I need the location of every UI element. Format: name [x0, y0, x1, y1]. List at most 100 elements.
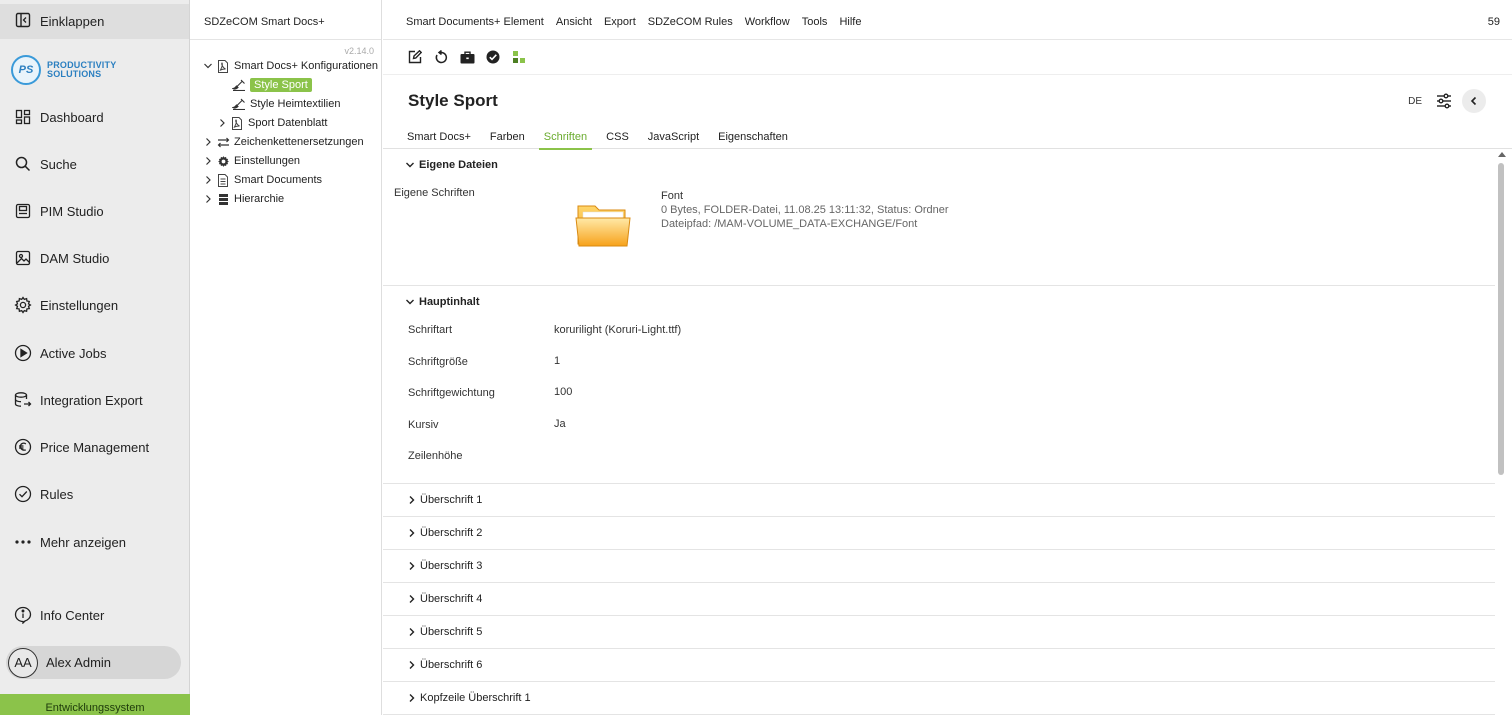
- collapse-panel-button[interactable]: [1462, 89, 1486, 113]
- section-eigene-dateien[interactable]: Eigene Dateien: [404, 159, 498, 171]
- tree-node-label: Smart Documents: [234, 174, 323, 186]
- edit-button[interactable]: [406, 48, 424, 66]
- kursiv-label: Kursiv: [408, 419, 439, 431]
- workflow-button[interactable]: [510, 48, 528, 66]
- pdf-document-icon: [216, 59, 230, 73]
- section-title: Überschrift 5: [420, 626, 483, 638]
- nav-item-label: Einstellungen: [40, 297, 119, 313]
- chevron-down-icon: [404, 160, 416, 170]
- nav-item-mehr-anzeigen[interactable]: Mehr anzeigen: [0, 524, 189, 560]
- section-title: Überschrift 2: [420, 527, 483, 539]
- schriftart-value[interactable]: korurilight (Koruri-Light.ttf): [554, 324, 681, 336]
- section-ueberschrift-6[interactable]: Überschrift 6: [383, 649, 1495, 682]
- briefcase-button[interactable]: [458, 48, 476, 66]
- euro-icon: [14, 438, 32, 456]
- nav-item-integration-export[interactable]: Integration Export: [0, 382, 189, 418]
- nav-item-pim-studio[interactable]: PIM Studio: [0, 193, 189, 229]
- tab-smart-docs[interactable]: Smart Docs+: [407, 124, 476, 149]
- more-icon: [14, 533, 32, 551]
- tree-node-label: Einstellungen: [234, 155, 301, 167]
- image-icon: [14, 249, 32, 267]
- scroll-up-arrow-icon[interactable]: [1498, 152, 1506, 157]
- user-menu[interactable]: AA Alex Admin: [6, 646, 181, 679]
- section-title: Überschrift 1: [420, 494, 483, 506]
- tab-eigenschaften[interactable]: Eigenschaften: [713, 124, 793, 149]
- section-title: Überschrift 3: [420, 560, 483, 572]
- tab-css[interactable]: CSS: [601, 124, 634, 149]
- chevron-right-icon: [407, 594, 417, 604]
- collapse-label: Einklappen: [40, 14, 105, 29]
- nav-item-active-jobs[interactable]: Active Jobs: [0, 335, 189, 371]
- chevron-right-icon[interactable]: [216, 118, 228, 128]
- menu-sdzecom-rules[interactable]: SDZeCOM Rules: [648, 16, 733, 28]
- nav-item-price-management[interactable]: Price Management: [0, 429, 189, 465]
- document-icon: [216, 173, 230, 187]
- section-ueberschrift-2[interactable]: Überschrift 2: [383, 517, 1495, 550]
- filter-settings-button[interactable]: [1432, 89, 1456, 113]
- nav-item-label: Mehr anzeigen: [40, 534, 126, 550]
- chevron-right-icon[interactable]: [202, 194, 214, 204]
- schriftgroesse-value[interactable]: 1: [554, 355, 560, 367]
- tree-node-einstellungen[interactable]: Einstellungen: [202, 152, 300, 170]
- info-center-label: Info Center: [40, 607, 105, 623]
- pdf-document-icon: [230, 116, 244, 130]
- kursiv-value[interactable]: Ja: [554, 418, 566, 430]
- menu-tools[interactable]: Tools: [802, 16, 828, 28]
- tree-node-label: Smart Docs+ Konfigurationen: [234, 60, 378, 72]
- nav-item-suche[interactable]: Suche: [0, 146, 189, 182]
- nav-item-label: Rules: [40, 486, 74, 502]
- section-ueberschrift-3[interactable]: Überschrift 3: [383, 550, 1495, 583]
- menu-workflow[interactable]: Workflow: [745, 16, 790, 28]
- tab-javascript[interactable]: JavaScript: [643, 124, 704, 149]
- approve-button[interactable]: [484, 48, 502, 66]
- tree-node-smart-documents[interactable]: Smart Documents: [202, 171, 322, 189]
- folder-icon[interactable]: [575, 200, 631, 253]
- menu-ansicht[interactable]: Ansicht: [556, 16, 592, 28]
- tree-node-hierarchie[interactable]: Hierarchie: [202, 190, 284, 208]
- reload-button[interactable]: [432, 48, 450, 66]
- tree-node-style-heimtextilien[interactable]: Style Heimtextilien: [218, 95, 340, 113]
- chevron-right-icon[interactable]: [202, 175, 214, 185]
- tree-node-konfigurationen[interactable]: Smart Docs+ Konfigurationen: [202, 57, 378, 75]
- menu-export[interactable]: Export: [604, 16, 636, 28]
- chevron-right-icon[interactable]: [202, 137, 214, 147]
- scrollbar-thumb[interactable]: [1498, 163, 1504, 475]
- database-export-icon: [14, 391, 32, 409]
- section-ueberschrift-1[interactable]: Überschrift 1: [383, 484, 1495, 517]
- nav-item-label: Suche: [40, 156, 77, 172]
- tree-node-zeichenkettenersetzungen[interactable]: Zeichenkettenersetzungen: [202, 133, 364, 151]
- main-navigation: Einklappen PS PRODUCTIVITY SOLUTIONS Das…: [0, 0, 190, 715]
- item-count: 59: [1487, 16, 1500, 28]
- menu-hilfe[interactable]: Hilfe: [839, 16, 861, 28]
- chevron-right-icon: [407, 561, 417, 571]
- section-ueberschrift-5[interactable]: Überschrift 5: [383, 616, 1495, 649]
- tab-farben[interactable]: Farben: [485, 124, 530, 149]
- sidebar-collapse-icon: [15, 12, 31, 31]
- nav-item-dam-studio[interactable]: DAM Studio: [0, 240, 189, 276]
- header-actions: DE: [1408, 89, 1486, 113]
- environment-badge: Entwicklungssystem: [0, 694, 190, 715]
- schriftgewichtung-value[interactable]: 100: [554, 386, 572, 398]
- menu-smart-documents-element[interactable]: Smart Documents+ Element: [406, 16, 544, 28]
- nav-item-info-center[interactable]: Info Center: [0, 597, 189, 633]
- chevron-right-icon[interactable]: [202, 156, 214, 166]
- file-name[interactable]: Font: [661, 190, 683, 202]
- section-hauptinhalt[interactable]: Hauptinhalt: [404, 296, 480, 308]
- section-ueberschrift-4[interactable]: Überschrift 4: [383, 583, 1495, 616]
- language-selector[interactable]: DE: [1408, 96, 1422, 107]
- section-kopfzeile-ueberschrift-1[interactable]: Kopfzeile Überschrift 1: [383, 682, 1495, 715]
- tree-node-sport-datenblatt[interactable]: Sport Datenblatt: [216, 114, 328, 132]
- collapse-button[interactable]: Einklappen: [0, 4, 189, 39]
- toolbar: [383, 40, 1512, 75]
- chevron-down-icon[interactable]: [202, 61, 214, 71]
- nav-item-einstellungen[interactable]: Einstellungen: [0, 287, 189, 323]
- nav-item-rules[interactable]: Rules: [0, 476, 189, 512]
- style-brush-icon: [232, 97, 246, 111]
- nav-item-dashboard[interactable]: Dashboard: [0, 99, 189, 135]
- info-icon: [14, 606, 32, 624]
- section-title: Überschrift 4: [420, 593, 483, 605]
- nav-item-label: Integration Export: [40, 392, 143, 408]
- chevron-down-icon: [404, 297, 416, 307]
- tab-schriften[interactable]: Schriften: [538, 124, 593, 150]
- tree-node-style-sport[interactable]: Style Sport: [218, 76, 312, 94]
